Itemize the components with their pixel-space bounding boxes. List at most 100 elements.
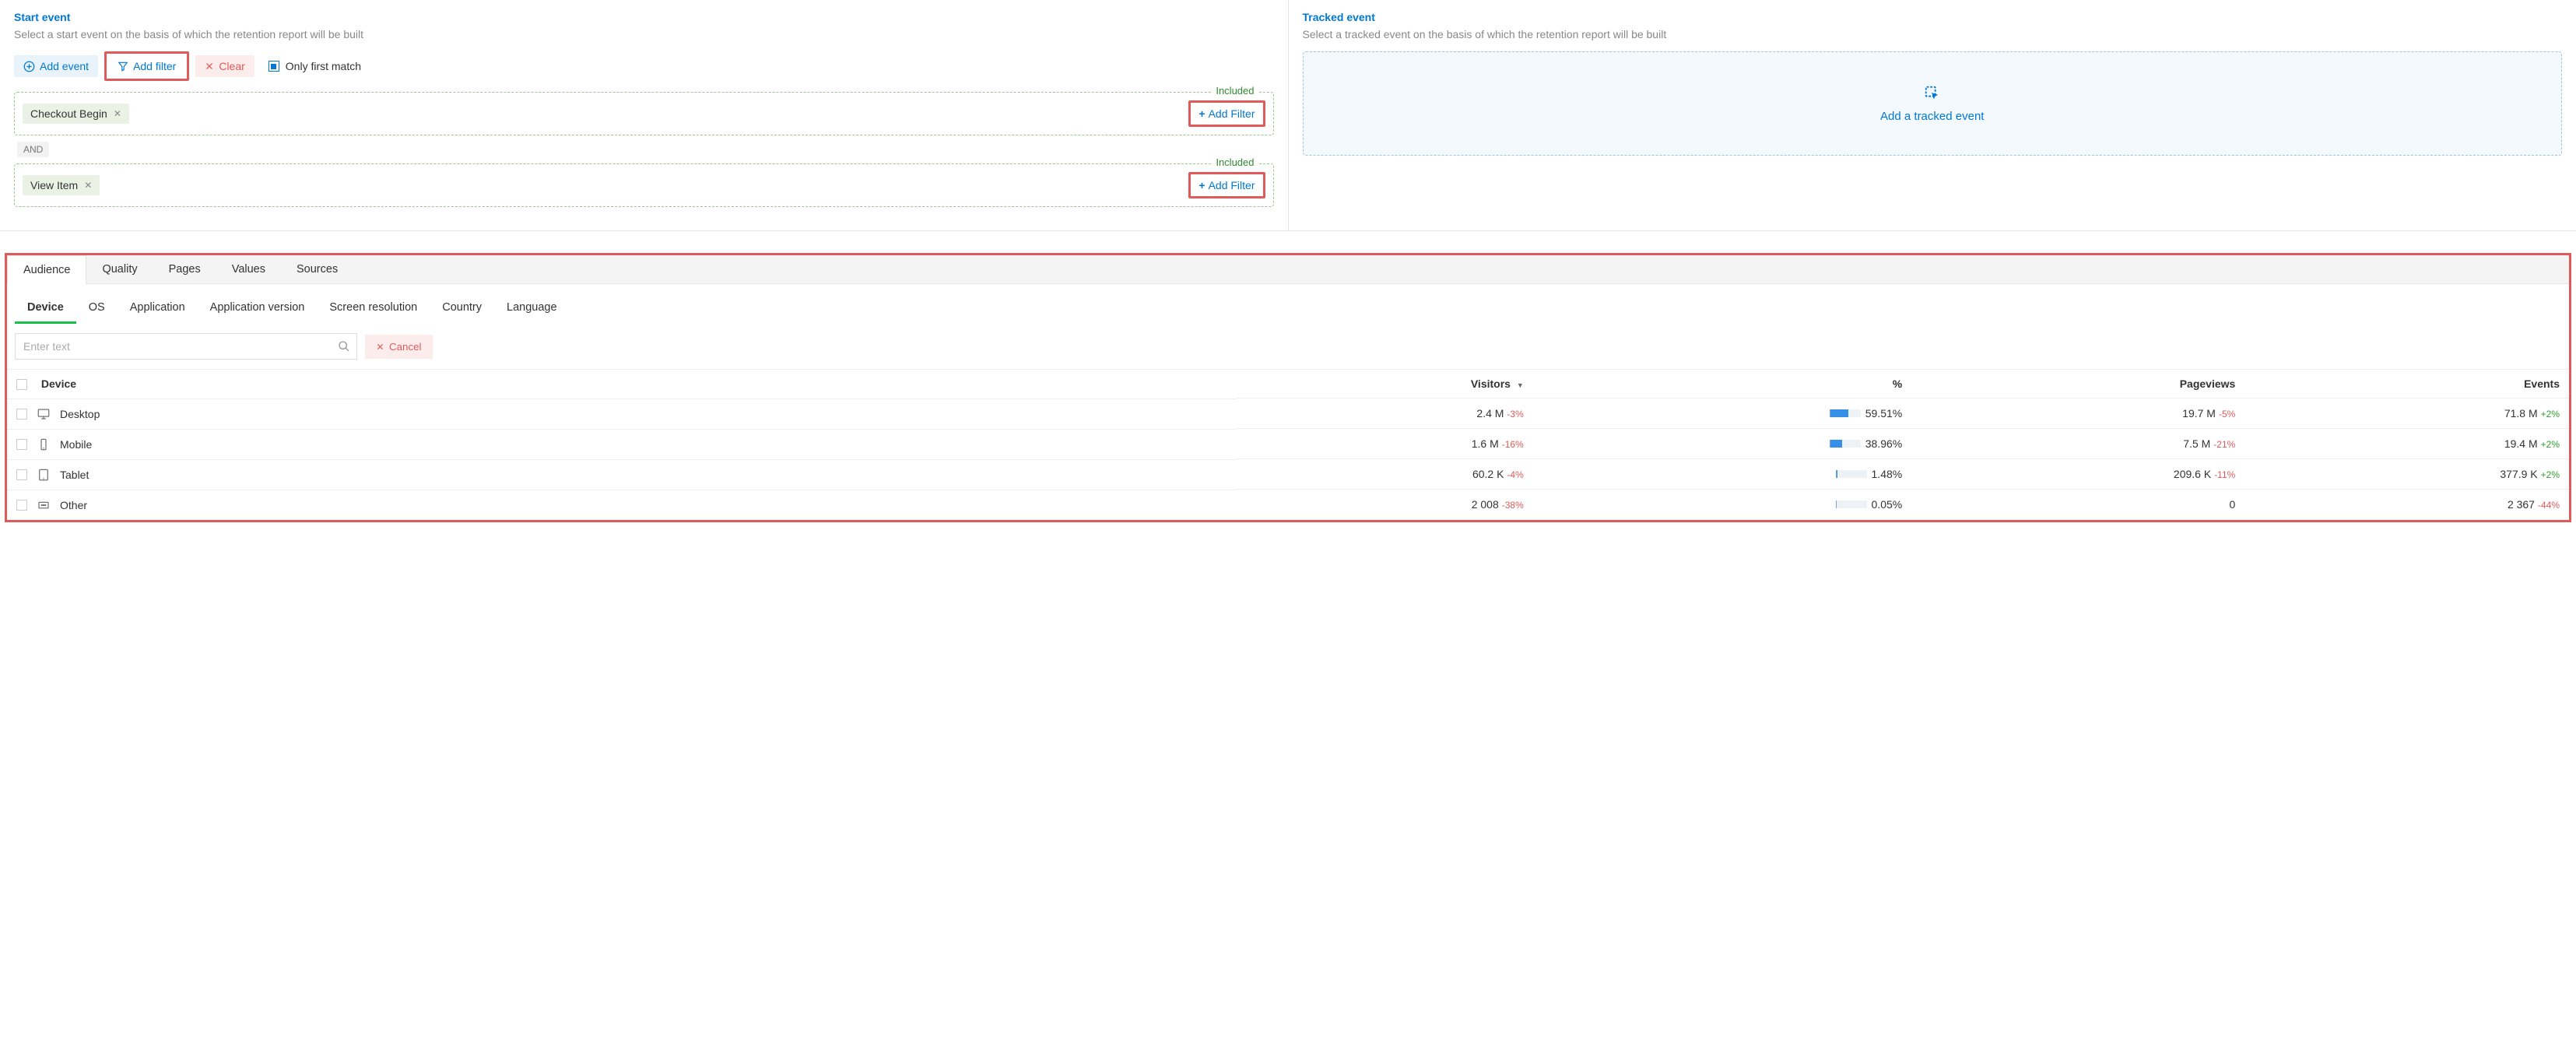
delta: +2% bbox=[2541, 439, 2560, 450]
tab-sources[interactable]: Sources bbox=[281, 255, 353, 283]
remove-chip-icon[interactable]: ✕ bbox=[114, 108, 121, 119]
pct-cell: 59.51% bbox=[1830, 407, 1902, 420]
table-row[interactable]: Other2 008-38%0.05%02 367-44% bbox=[7, 490, 2569, 520]
search-input[interactable] bbox=[23, 340, 338, 353]
highlight-add-filter-row: + Add Filter bbox=[1188, 172, 1265, 198]
subtab-screen-resolution[interactable]: Screen resolution bbox=[317, 297, 430, 324]
start-event-title: Start event bbox=[14, 11, 1274, 23]
visitors-value: 1.6 M bbox=[1472, 437, 1499, 450]
delta: +2% bbox=[2541, 469, 2560, 480]
pct-value: 38.96% bbox=[1865, 437, 1902, 450]
tab-quality[interactable]: Quality bbox=[86, 255, 153, 283]
subtab-application[interactable]: Application bbox=[118, 297, 198, 324]
select-all-checkbox[interactable] bbox=[16, 379, 27, 390]
cancel-button[interactable]: Cancel bbox=[365, 335, 433, 359]
filter-row: Cancel bbox=[7, 324, 2569, 369]
sort-desc-icon: ▼ bbox=[1517, 381, 1524, 389]
visitors-value: 2 008 bbox=[1472, 498, 1499, 511]
delta: -5% bbox=[2219, 409, 2235, 420]
delta: -16% bbox=[1502, 439, 1524, 450]
desktop-icon bbox=[35, 407, 52, 421]
subtab-language[interactable]: Language bbox=[494, 297, 570, 324]
add-filter-button[interactable]: Add filter bbox=[108, 55, 185, 77]
cursor-click-icon bbox=[1924, 85, 1941, 102]
only-first-match-checkbox[interactable]: Only first match bbox=[268, 60, 361, 72]
event-chip[interactable]: Checkout Begin ✕ bbox=[23, 104, 129, 124]
add-filter-row-label: Add Filter bbox=[1209, 179, 1255, 191]
search-icon[interactable] bbox=[338, 340, 350, 353]
cancel-label: Cancel bbox=[389, 341, 422, 353]
events-value: 19.4 M bbox=[2504, 437, 2538, 450]
visitors-value: 60.2 K bbox=[1472, 468, 1504, 480]
row-checkbox[interactable] bbox=[16, 439, 27, 450]
add-event-label: Add event bbox=[40, 60, 89, 72]
events-value: 71.8 M bbox=[2504, 407, 2538, 420]
row-checkbox[interactable] bbox=[16, 500, 27, 511]
clear-button[interactable]: Clear bbox=[195, 55, 254, 77]
col-events[interactable]: Events bbox=[2244, 370, 2569, 399]
pct-bar bbox=[1836, 500, 1867, 508]
clear-label: Clear bbox=[219, 60, 244, 72]
pct-cell: 1.48% bbox=[1836, 468, 1903, 480]
highlight-add-filter: Add filter bbox=[104, 51, 189, 81]
subtab-device[interactable]: Device bbox=[15, 297, 76, 324]
pct-value: 1.48% bbox=[1872, 468, 1903, 480]
events-value: 377.9 K bbox=[2500, 468, 2537, 480]
remove-chip-icon[interactable]: ✕ bbox=[84, 180, 92, 191]
delta: -21% bbox=[2213, 439, 2235, 450]
col-device[interactable]: Device bbox=[41, 377, 76, 390]
delta: +2% bbox=[2541, 409, 2560, 420]
tab-pages[interactable]: Pages bbox=[153, 255, 216, 283]
start-event-desc: Select a start event on the basis of whi… bbox=[14, 28, 1274, 40]
row-checkbox[interactable] bbox=[16, 409, 27, 420]
tab-audience[interactable]: Audience bbox=[7, 255, 86, 284]
event-chip[interactable]: View Item ✕ bbox=[23, 175, 100, 195]
pct-value: 0.05% bbox=[1872, 498, 1903, 511]
col-visitors[interactable]: Visitors bbox=[1471, 377, 1511, 390]
device-table: Device Visitors ▼ % Pageviews Events Des… bbox=[7, 369, 2569, 520]
plus-icon: + bbox=[1199, 179, 1205, 191]
tracked-event-desc: Select a tracked event on the basis of w… bbox=[1303, 28, 2563, 40]
event-block: Included View Item ✕ + Add Filter bbox=[14, 163, 1274, 207]
row-checkbox[interactable] bbox=[16, 469, 27, 480]
device-name: Desktop bbox=[60, 408, 100, 420]
delta: -4% bbox=[1507, 469, 1523, 480]
event-chip-label: Checkout Begin bbox=[30, 107, 107, 120]
only-first-label: Only first match bbox=[286, 60, 361, 72]
table-row[interactable]: Tablet60.2 K-4%1.48%209.6 K-11%377.9 K+2… bbox=[7, 459, 2569, 490]
subtab-country[interactable]: Country bbox=[430, 297, 494, 324]
device-name: Mobile bbox=[60, 438, 92, 451]
add-tracked-event-dropzone[interactable]: Add a tracked event bbox=[1303, 51, 2563, 156]
pct-bar bbox=[1836, 470, 1867, 478]
add-tracked-event-label: Add a tracked event bbox=[1880, 110, 1984, 123]
event-block: Included Checkout Begin ✕ + Add Filter bbox=[14, 92, 1274, 135]
and-connector: AND bbox=[17, 142, 49, 157]
add-filter-label: Add filter bbox=[133, 60, 176, 72]
add-filter-row-button[interactable]: + Add Filter bbox=[1192, 176, 1261, 195]
pageviews-value: 7.5 M bbox=[2183, 437, 2210, 450]
add-filter-row-label: Add Filter bbox=[1209, 107, 1255, 120]
other-icon bbox=[35, 498, 52, 512]
table-row[interactable]: Mobile 1.6 M-16% 38.96% 7.5 M-21% 19.4 M+2% bbox=[7, 429, 2569, 459]
delta: -44% bbox=[2538, 500, 2560, 511]
delta: -11% bbox=[2214, 469, 2235, 480]
pct-bar bbox=[1830, 409, 1861, 417]
table-row[interactable]: Desktop2.4 M-3%59.51%19.7 M-5%71.8 M+2% bbox=[7, 399, 2569, 429]
delta: -3% bbox=[1507, 409, 1523, 420]
add-event-button[interactable]: Add event bbox=[14, 55, 98, 77]
checkbox-icon bbox=[268, 61, 279, 72]
plus-circle-icon bbox=[23, 61, 35, 72]
subtab-os[interactable]: OS bbox=[76, 297, 118, 324]
pct-bar bbox=[1830, 440, 1861, 448]
search-input-wrap bbox=[15, 333, 357, 360]
subtab-application-version[interactable]: Application version bbox=[198, 297, 318, 324]
tab-values[interactable]: Values bbox=[216, 255, 281, 283]
included-label: Included bbox=[1213, 85, 1257, 97]
add-filter-row-button[interactable]: + Add Filter bbox=[1192, 104, 1261, 123]
included-label: Included bbox=[1213, 156, 1257, 168]
col-pct[interactable]: % bbox=[1533, 370, 1911, 399]
tracked-event-title: Tracked event bbox=[1303, 11, 2563, 23]
tabs-primary: AudienceQualityPagesValuesSources bbox=[7, 255, 2569, 284]
start-event-toolbar: Add event Add filter Clear Only first bbox=[14, 51, 1274, 81]
col-pageviews[interactable]: Pageviews bbox=[1911, 370, 2244, 399]
